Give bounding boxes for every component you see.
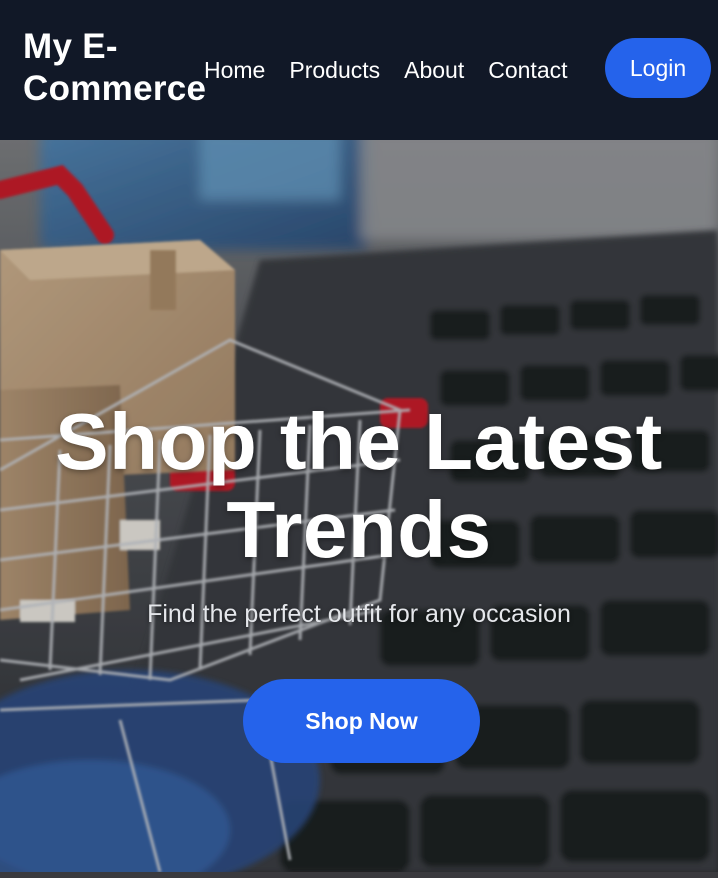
shop-now-button[interactable]: Shop Now xyxy=(243,679,480,763)
nav-link-home[interactable]: Home xyxy=(204,52,265,88)
hero-section: Shop the Latest Trends Find the perfect … xyxy=(0,140,718,872)
hero-title: Shop the Latest Trends xyxy=(55,397,663,574)
page-bottom-edge xyxy=(0,872,718,878)
hero-subtitle: Find the perfect outfit for any occasion xyxy=(147,600,571,628)
nav-link-contact[interactable]: Contact xyxy=(488,52,567,88)
nav-link-products[interactable]: Products xyxy=(289,52,380,88)
nav-link-about[interactable]: About xyxy=(404,52,464,88)
navbar: My E-Commerce Home Products About Contac… xyxy=(0,0,718,140)
brand-logo[interactable]: My E-Commerce xyxy=(23,26,213,110)
login-button[interactable]: Login xyxy=(605,38,711,98)
nav-links: Home Products About Contact xyxy=(204,52,592,88)
